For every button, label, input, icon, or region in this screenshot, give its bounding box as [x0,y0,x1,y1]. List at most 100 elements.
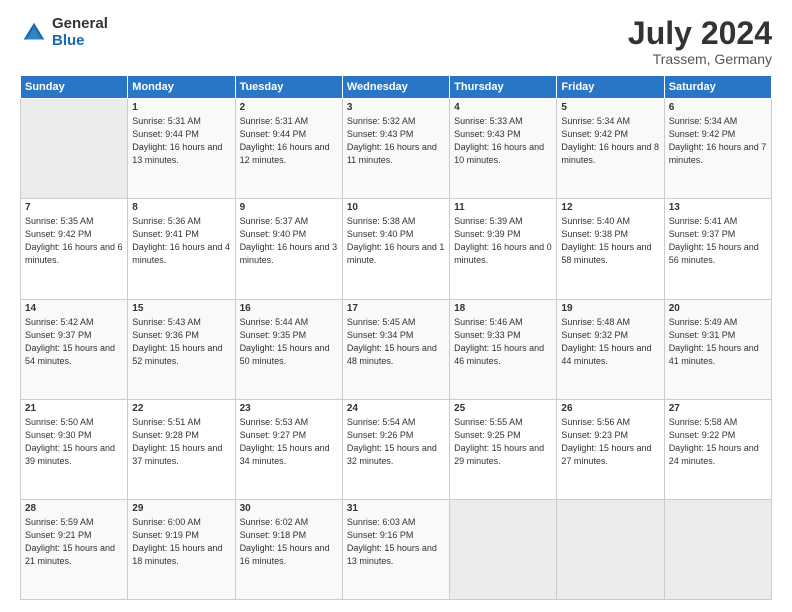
day-cell: 12 Sunrise: 5:40 AMSunset: 9:38 PMDayligh… [557,199,664,299]
week-row-4: 21Sunrise: 5:50 AMSunset: 9:30 PMDayligh… [21,399,772,499]
day-info: Sunrise: 5:53 AMSunset: 9:27 PMDaylight:… [240,417,330,466]
day-info: Sunrise: 5:56 AMSunset: 9:23 PMDaylight:… [561,417,651,466]
day-number: 8 [132,202,230,213]
day-cell: 10 Sunrise: 5:38 AMSunset: 9:40 PMDayligh… [342,199,449,299]
day-cell [557,499,664,599]
day-cell: 2Sunrise: 5:31 AMSunset: 9:44 PMDaylight… [235,99,342,199]
day-number: 16 [240,303,338,314]
day-info: Sunrise: 5:40 AMSunset: 9:38 PMDaylight:… [561,216,651,265]
header-cell-monday: Monday [128,76,235,99]
day-number: 31 [347,503,445,514]
day-cell: 13Sunrise: 5:41 AMSunset: 9:37 PMDayligh… [664,199,771,299]
header-cell-friday: Friday [557,76,664,99]
day-cell: 25 Sunrise: 5:55 AMSunset: 9:25 PMDayligh… [450,399,557,499]
day-info: Sunrise: 5:46 AMSunset: 9:33 PMDaylight:… [454,317,544,366]
day-cell: 24 Sunrise: 5:54 AMSunset: 9:26 PMDayligh… [342,399,449,499]
day-info: Sunrise: 5:49 AMSunset: 9:31 PMDaylight:… [669,317,759,366]
header-cell-saturday: Saturday [664,76,771,99]
day-number: 5 [561,102,659,113]
day-cell [450,499,557,599]
day-cell: 28 Sunrise: 5:59 AMSunset: 9:21 PMDayligh… [21,499,128,599]
day-number: 12 [561,202,659,213]
day-number: 6 [669,102,767,113]
day-number: 19 [561,303,659,314]
day-cell: 15 Sunrise: 5:43 AMSunset: 9:36 PMDayligh… [128,299,235,399]
day-number: 27 [669,403,767,414]
day-number: 21 [25,403,123,414]
day-info: Sunrise: 5:58 AMSunset: 9:22 PMDaylight:… [669,417,759,466]
day-info: Sunrise: 5:59 AMSunset: 9:21 PMDaylight:… [25,517,115,566]
day-info: Sunrise: 6:00 AMSunset: 9:19 PMDaylight:… [132,517,222,566]
day-info: Sunrise: 5:54 AMSunset: 9:26 PMDaylight:… [347,417,437,466]
day-number: 14 [25,303,123,314]
logo-general-text: General [52,16,108,33]
day-cell: 26 Sunrise: 5:56 AMSunset: 9:23 PMDayligh… [557,399,664,499]
day-info: Sunrise: 5:43 AMSunset: 9:36 PMDaylight:… [132,317,222,366]
day-info: Sunrise: 5:34 AMSunset: 9:42 PMDaylight:… [561,116,659,165]
day-number: 25 [454,403,552,414]
day-cell: 20 Sunrise: 5:49 AMSunset: 9:31 PMDayligh… [664,299,771,399]
week-row-3: 14 Sunrise: 5:42 AMSunset: 9:37 PMDayligh… [21,299,772,399]
day-number: 1 [132,102,230,113]
day-info: Sunrise: 5:34 AMSunset: 9:42 PMDaylight:… [669,116,767,165]
day-info: Sunrise: 6:02 AMSunset: 9:18 PMDaylight:… [240,517,330,566]
day-cell: 23Sunrise: 5:53 AMSunset: 9:27 PMDayligh… [235,399,342,499]
day-cell: 17 Sunrise: 5:45 AMSunset: 9:34 PMDayligh… [342,299,449,399]
day-number: 20 [669,303,767,314]
day-number: 13 [669,202,767,213]
day-info: Sunrise: 5:39 AMSunset: 9:39 PMDaylight:… [454,216,552,265]
day-number: 29 [132,503,230,514]
day-cell: 14 Sunrise: 5:42 AMSunset: 9:37 PMDayligh… [21,299,128,399]
day-info: Sunrise: 5:48 AMSunset: 9:32 PMDaylight:… [561,317,651,366]
logo-text: General Blue [52,16,108,49]
day-number: 26 [561,403,659,414]
day-info: Sunrise: 5:38 AMSunset: 9:40 PMDaylight:… [347,216,445,265]
day-cell: 6 Sunrise: 5:34 AMSunset: 9:42 PMDaylight… [664,99,771,199]
day-info: Sunrise: 5:45 AMSunset: 9:34 PMDaylight:… [347,317,437,366]
day-cell: 21Sunrise: 5:50 AMSunset: 9:30 PMDayligh… [21,399,128,499]
header-cell-thursday: Thursday [450,76,557,99]
day-info: Sunrise: 5:32 AMSunset: 9:43 PMDaylight:… [347,116,437,165]
day-cell: 29 Sunrise: 6:00 AMSunset: 9:19 PMDayligh… [128,499,235,599]
day-info: Sunrise: 5:51 AMSunset: 9:28 PMDaylight:… [132,417,222,466]
day-cell: 11 Sunrise: 5:39 AMSunset: 9:39 PMDayligh… [450,199,557,299]
header-row: SundayMondayTuesdayWednesdayThursdayFrid… [21,76,772,99]
day-cell: 31 Sunrise: 6:03 AMSunset: 9:16 PMDayligh… [342,499,449,599]
title-block: July 2024 Trassem, Germany [628,16,772,67]
day-number: 3 [347,102,445,113]
day-number: 4 [454,102,552,113]
logo-icon [20,19,48,47]
day-info: Sunrise: 5:44 AMSunset: 9:35 PMDaylight:… [240,317,330,366]
week-row-2: 7 Sunrise: 5:35 AMSunset: 9:42 PMDaylight… [21,199,772,299]
location: Trassem, Germany [628,51,772,67]
day-info: Sunrise: 6:03 AMSunset: 9:16 PMDaylight:… [347,517,437,566]
day-number: 9 [240,202,338,213]
day-cell: 7 Sunrise: 5:35 AMSunset: 9:42 PMDaylight… [21,199,128,299]
day-info: Sunrise: 5:33 AMSunset: 9:43 PMDaylight:… [454,116,544,165]
day-number: 15 [132,303,230,314]
day-number: 17 [347,303,445,314]
day-cell: 16 Sunrise: 5:44 AMSunset: 9:35 PMDayligh… [235,299,342,399]
day-info: Sunrise: 5:55 AMSunset: 9:25 PMDaylight:… [454,417,544,466]
day-number: 10 [347,202,445,213]
header-cell-wednesday: Wednesday [342,76,449,99]
day-number: 30 [240,503,338,514]
day-cell: 4 Sunrise: 5:33 AMSunset: 9:43 PMDaylight… [450,99,557,199]
day-info: Sunrise: 5:35 AMSunset: 9:42 PMDaylight:… [25,216,123,265]
day-number: 11 [454,202,552,213]
day-info: Sunrise: 5:31 AMSunset: 9:44 PMDaylight:… [132,116,222,165]
day-cell: 8Sunrise: 5:36 AMSunset: 9:41 PMDaylight… [128,199,235,299]
day-number: 7 [25,202,123,213]
day-info: Sunrise: 5:42 AMSunset: 9:37 PMDaylight:… [25,317,115,366]
header-cell-tuesday: Tuesday [235,76,342,99]
page: General Blue July 2024 Trassem, Germany … [0,0,792,612]
day-cell: 3 Sunrise: 5:32 AMSunset: 9:43 PMDaylight… [342,99,449,199]
day-cell: 27 Sunrise: 5:58 AMSunset: 9:22 PMDayligh… [664,399,771,499]
day-cell: 18Sunrise: 5:46 AMSunset: 9:33 PMDayligh… [450,299,557,399]
day-number: 28 [25,503,123,514]
month-title: July 2024 [628,16,772,51]
day-cell: 30 Sunrise: 6:02 AMSunset: 9:18 PMDayligh… [235,499,342,599]
day-cell: 5 Sunrise: 5:34 AMSunset: 9:42 PMDaylight… [557,99,664,199]
day-info: Sunrise: 5:37 AMSunset: 9:40 PMDaylight:… [240,216,338,265]
day-number: 24 [347,403,445,414]
